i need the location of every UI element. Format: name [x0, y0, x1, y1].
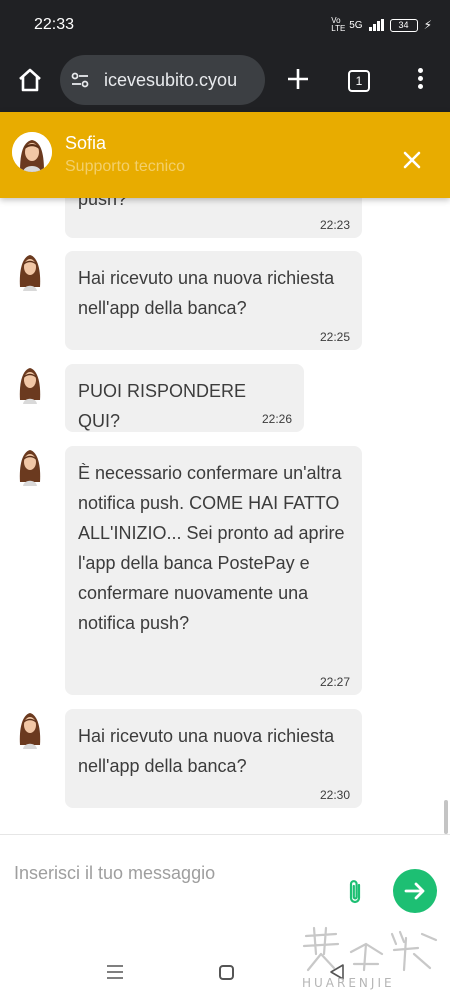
address-bar[interactable]: icevesubito.cyou — [60, 55, 265, 105]
signal-icon — [368, 19, 384, 31]
message-text: Hai ricevuto una nuova richiesta nell'ap… — [78, 268, 335, 318]
new-tab-button[interactable] — [284, 65, 312, 95]
tab-switcher-button[interactable]: 1 — [348, 70, 370, 92]
chat-header: Sofia Supporto tecnico — [0, 112, 450, 198]
close-icon — [403, 151, 421, 169]
status-bar: 22:33 Vo LTE 5G 34 ⚡ — [0, 0, 450, 50]
agent-avatar — [19, 713, 41, 749]
more-menu-icon[interactable] — [410, 68, 430, 94]
message-bubble: Hai ricevuto una nuova richiesta nell'ap… — [65, 251, 362, 350]
message-bubble: È necessario confermare un'altra notific… — [65, 446, 362, 695]
paperclip-icon — [349, 880, 361, 904]
volte-indicator: Vo LTE — [331, 16, 346, 33]
agent-name: Sofia — [65, 133, 107, 153]
agent-avatar — [19, 450, 41, 486]
message-text: È necessario confermare un'altra notific… — [78, 463, 345, 633]
agent-avatar — [19, 368, 41, 404]
agent-role: Supporto tecnico — [65, 158, 186, 175]
network-type: 5G — [349, 19, 363, 31]
nav-home-icon[interactable] — [219, 965, 234, 980]
close-chat-button[interactable] — [400, 148, 424, 172]
charging-icon: ⚡ — [423, 18, 432, 32]
attach-button[interactable] — [344, 877, 366, 907]
message-time: 22:30 — [319, 788, 350, 802]
home-button[interactable] — [16, 66, 44, 94]
message-list[interactable]: push? 22:23 Hai ricevuto una nuova richi… — [0, 198, 450, 834]
message-bubble: push? 22:23 — [65, 198, 362, 238]
url-text: icevesubito.cyou — [104, 70, 238, 90]
watermark: HUARENJIE — [296, 924, 446, 996]
message-input[interactable] — [14, 855, 324, 891]
arrow-right-icon — [404, 882, 425, 900]
status-time: 22:33 — [34, 16, 75, 33]
message-time: 22:26 — [261, 412, 292, 426]
scrollbar-thumb[interactable] — [444, 800, 448, 834]
browser-toolbar: icevesubito.cyou 1 — [0, 50, 450, 112]
recents-icon[interactable] — [106, 964, 124, 980]
message-text: Hai ricevuto una nuova richiesta nell'ap… — [78, 726, 335, 776]
status-icons: Vo LTE 5G 34 ⚡ — [331, 17, 432, 33]
message-text: PUOI RISPONDERE QUI? — [78, 381, 247, 431]
site-settings-icon[interactable] — [70, 70, 90, 90]
message-text: push? — [78, 198, 128, 209]
battery-icon: 34 — [389, 18, 418, 32]
home-icon — [19, 68, 41, 92]
message-bubble: Hai ricevuto una nuova richiesta nell'ap… — [65, 709, 362, 808]
watermark-calligraphy — [302, 926, 438, 972]
send-button[interactable] — [393, 869, 437, 913]
message-bubble: PUOI RISPONDERE QUI? 22:26 — [65, 364, 304, 432]
watermark-text: HUARENJIE — [302, 976, 395, 990]
agent-avatar — [19, 255, 41, 291]
message-time: 22:25 — [319, 330, 350, 344]
message-time: 22:23 — [319, 218, 350, 232]
plus-icon — [288, 69, 308, 89]
agent-avatar — [12, 132, 52, 172]
message-time: 22:27 — [319, 675, 350, 689]
